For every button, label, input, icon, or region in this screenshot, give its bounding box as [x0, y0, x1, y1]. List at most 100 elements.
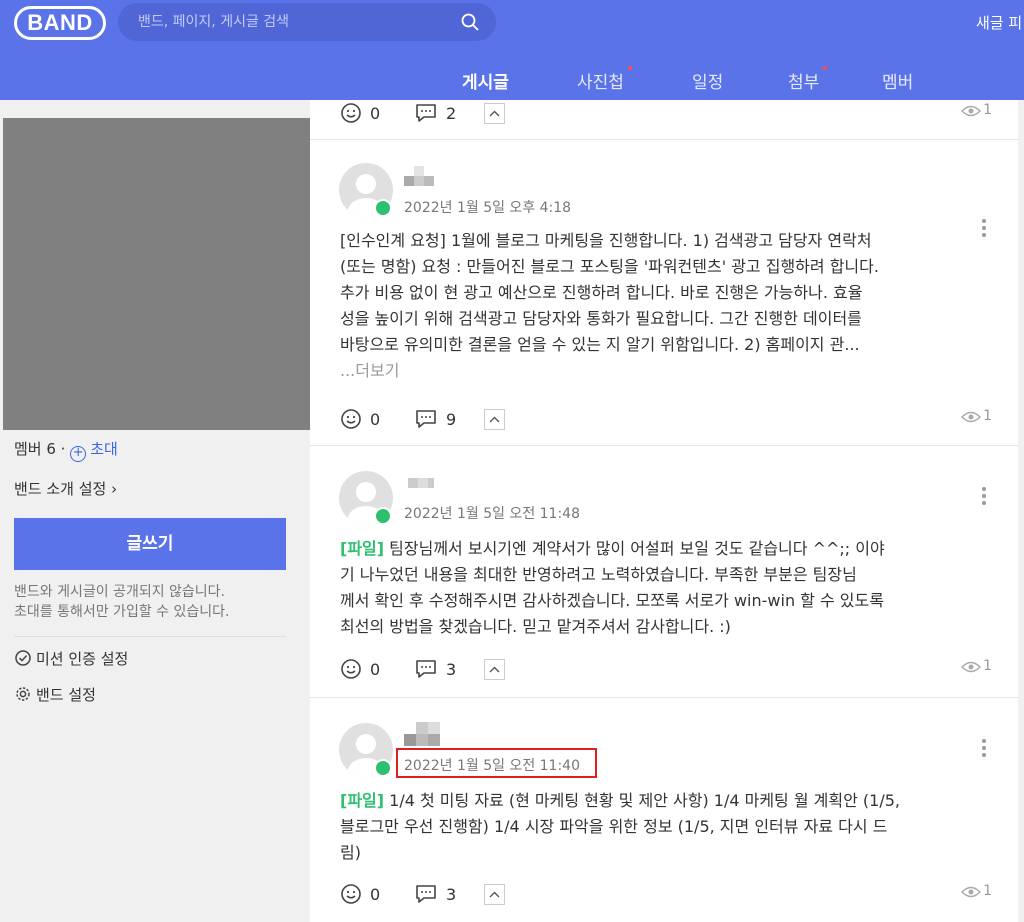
smile-icon [341, 884, 361, 904]
post-text-line: 께서 확인 후 수정해주시면 감사하겠습니다. 모쪼록 서로가 win-win … [340, 591, 884, 610]
mission-setting-link[interactable]: 미션 인증 설정 [14, 648, 128, 669]
tab-members[interactable]: 멤버 [882, 68, 913, 93]
post-body[interactable]: [인수인계 요청] 1월에 블로그 마케팅을 진행합니다. 1) 검색광고 담당… [340, 228, 1000, 384]
post-actions: 0 3 1 [340, 658, 1000, 682]
band-cover-image[interactable] [3, 118, 317, 430]
chevron-up-icon [489, 110, 500, 117]
post-text: 1/4 첫 미팅 자료 (현 마케팅 현황 및 제안 사항) 1/4 마케팅 월… [384, 791, 900, 810]
post-text-line: [파일] 팀장님께서 보시기엔 계약서가 많이 어설퍼 보일 것도 같습니다 ^… [340, 536, 1000, 562]
view-count-value: 1 [983, 883, 992, 899]
collapse-button[interactable] [484, 884, 505, 905]
post-date[interactable]: 2022년 1월 5일 오전 11:48 [404, 503, 580, 523]
tab-attachments[interactable]: 첨부 [788, 66, 828, 93]
chevron-right-icon: › [111, 480, 118, 498]
post-actions: 0 3 1 [340, 883, 1000, 907]
view-count: 1 [961, 658, 992, 674]
comment-count: 9 [446, 410, 457, 429]
tab-label: 일정 [692, 73, 724, 93]
post-actions: 0 2 1 [340, 102, 1000, 126]
collapse-button[interactable] [484, 409, 505, 430]
comment-button[interactable]: 9 [414, 408, 456, 430]
emotion-count: 0 [370, 885, 381, 904]
band-logo[interactable]: BAND [14, 6, 106, 40]
view-count-value: 1 [983, 658, 992, 674]
tab-label: 사진첩 [577, 73, 624, 93]
view-count: 1 [961, 102, 992, 118]
comment-button[interactable]: 3 [414, 883, 456, 905]
comment-icon [416, 410, 436, 428]
file-tag[interactable]: [파일] [340, 791, 384, 810]
tab-label: 첨부 [788, 73, 820, 93]
smile-icon [341, 409, 361, 429]
chevron-up-icon [489, 891, 500, 898]
comment-icon [416, 660, 436, 678]
author-name-mosaic[interactable] [404, 470, 438, 492]
new-posts-link[interactable]: 새글 피 [976, 12, 1022, 33]
check-circle-icon [15, 650, 31, 666]
smile-icon [341, 103, 361, 123]
plus-circle-icon: + [70, 446, 87, 462]
member-count: 멤버 6 · + 초대 [14, 438, 118, 462]
post-card: 2022년 1월 5일 오전 11:48 [파일] 팀장님께서 보시기엔 계약서… [310, 446, 1018, 698]
post-text-line: 최선의 방법을 찾겠습니다. 믿고 맡겨주셔서 감사합니다. :) [340, 617, 731, 636]
search-box[interactable] [118, 3, 496, 41]
emotion-button[interactable]: 0 [340, 883, 380, 905]
emotion-count: 0 [370, 104, 381, 123]
view-count: 1 [961, 408, 992, 424]
collapse-button[interactable] [484, 103, 505, 124]
chevron-up-icon [489, 416, 500, 423]
post-body[interactable]: [파일] 1/4 첫 미팅 자료 (현 마케팅 현황 및 제안 사항) 1/4 … [340, 788, 1000, 866]
eye-icon [961, 105, 982, 117]
post-text-line: 성을 높이기 위해 검색광고 담당자와 통화가 필요합니다. 그간 진행한 데이… [340, 309, 862, 328]
smile-icon [341, 659, 361, 679]
comment-button[interactable]: 3 [414, 658, 456, 680]
comment-count: 2 [446, 104, 457, 123]
more-options-icon[interactable] [981, 486, 987, 506]
more-options-icon[interactable] [981, 738, 987, 758]
write-post-button[interactable]: 글쓰기 [14, 518, 286, 570]
post-card: 2022년 1월 5일 오후 4:18 [인수인계 요청] 1월에 블로그 마케… [310, 140, 1018, 446]
emotion-button[interactable]: 0 [340, 408, 380, 430]
crown-badge-icon [374, 199, 392, 217]
author-name-mosaic[interactable] [404, 164, 438, 186]
comment-button[interactable]: 2 [414, 102, 456, 124]
eye-icon [961, 411, 982, 423]
post-card: 2022년 1월 5일 오전 11:40 [파일] 1/4 첫 미팅 자료 (현… [310, 698, 1018, 922]
post-date[interactable]: 2022년 1월 5일 오전 11:40 [404, 755, 580, 775]
collapse-button[interactable] [484, 659, 505, 680]
band-intro-setting[interactable]: 밴드 소개 설정 › [14, 478, 117, 499]
emotion-count: 0 [370, 410, 381, 429]
notice-line: 밴드와 게시글이 공개되지 않습니다. [14, 584, 225, 600]
author-name-mosaic[interactable] [404, 720, 440, 746]
member-count-label: 멤버 6 · [14, 440, 66, 458]
band-intro-label: 밴드 소개 설정 [14, 480, 107, 498]
gear-icon [16, 687, 30, 701]
view-count-value: 1 [983, 408, 992, 424]
post-text-line: 블로그만 우선 진행함) 1/4 시장 파악을 위한 정보 (1/5, 지면 인… [340, 817, 888, 836]
tab-schedule[interactable]: 일정 [692, 68, 723, 93]
invite-link[interactable]: + 초대 [70, 440, 118, 462]
tab-posts[interactable]: 게시글 [460, 68, 511, 103]
post-text-line: 기 나누었던 내용을 최대한 반영하려고 노력하였습니다. 부족한 부분은 팀장… [340, 565, 857, 584]
view-count: 1 [961, 883, 992, 899]
eye-icon [961, 661, 982, 673]
emotion-button[interactable]: 0 [340, 102, 380, 124]
new-dot [627, 66, 632, 70]
comment-count: 3 [446, 885, 457, 904]
file-tag[interactable]: [파일] [340, 539, 384, 558]
post-date[interactable]: 2022년 1월 5일 오후 4:18 [404, 197, 571, 217]
emotion-button[interactable]: 0 [340, 658, 380, 680]
search-input[interactable] [138, 3, 458, 41]
top-bar: BAND 새글 피 [0, 0, 1024, 56]
band-settings-link[interactable]: 밴드 설정 [14, 684, 96, 705]
notice-line: 초대를 통해서만 가입할 수 있습니다. [14, 604, 230, 620]
view-count-value: 1 [983, 102, 992, 118]
crown-badge-icon [374, 507, 392, 525]
post-body[interactable]: [파일] 팀장님께서 보시기엔 계약서가 많이 어설퍼 보일 것도 같습니다 ^… [340, 536, 1000, 640]
post-text-line: [인수인계 요청] 1월에 블로그 마케팅을 진행합니다. 1) 검색광고 담당… [340, 231, 872, 250]
post-text-line: (또는 명함) 요청 : 만들어진 블로그 포스팅을 '파워컨텐츠' 광고 집행… [340, 257, 879, 276]
tab-photos[interactable]: 사진첩 [577, 66, 632, 93]
post-card: 0 2 1 [310, 100, 1018, 140]
read-more-link[interactable]: ...더보기 [340, 358, 1000, 384]
search-icon[interactable] [460, 12, 480, 32]
